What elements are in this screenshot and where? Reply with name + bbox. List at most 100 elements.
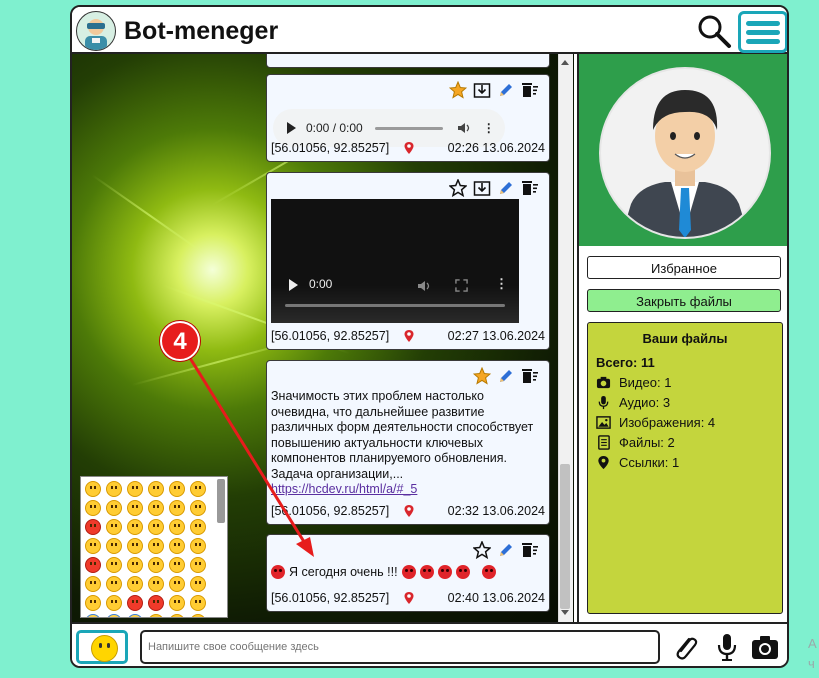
message-time: 02:27 13.06.2024: [447, 329, 545, 343]
emoji-option[interactable]: [169, 519, 185, 535]
emoji-option[interactable]: [169, 595, 185, 611]
emoji-option[interactable]: [127, 538, 143, 554]
delete-icon[interactable]: [521, 179, 539, 197]
camera-icon[interactable]: [750, 632, 780, 662]
emoji-option[interactable]: [106, 557, 122, 573]
emoji-option[interactable]: [148, 576, 164, 592]
emoji-option[interactable]: [190, 538, 206, 554]
video-progress[interactable]: [285, 304, 505, 307]
emoji-option[interactable]: [148, 500, 164, 516]
delete-icon[interactable]: [521, 541, 539, 559]
delete-icon[interactable]: [521, 367, 539, 385]
attach-paperclip-icon[interactable]: [670, 632, 700, 662]
emoji-option[interactable]: [169, 576, 185, 592]
download-icon[interactable]: [473, 81, 491, 99]
emoji-option[interactable]: [190, 576, 206, 592]
emoji-picker-scrollbar[interactable]: [217, 479, 225, 523]
emoji-option[interactable]: [127, 595, 143, 611]
star-outline-icon[interactable]: [449, 179, 467, 197]
location-pin-icon[interactable]: [403, 141, 415, 155]
emoji-option[interactable]: [127, 576, 143, 592]
location-pin-icon[interactable]: [403, 591, 415, 605]
scroll-down-arrow-icon[interactable]: [561, 610, 569, 615]
emoji-option[interactable]: [85, 614, 101, 617]
emoji-option[interactable]: [169, 481, 185, 497]
emoji-option[interactable]: [85, 519, 101, 535]
emoji-option[interactable]: [106, 538, 122, 554]
emoji-option[interactable]: [148, 614, 164, 617]
emoji-option[interactable]: [127, 557, 143, 573]
close-files-button[interactable]: Закрыть файлы: [587, 289, 781, 312]
emoji-option[interactable]: [106, 481, 122, 497]
emoji-option[interactable]: [106, 595, 122, 611]
microphone-icon[interactable]: [712, 632, 742, 662]
emoji-option[interactable]: [169, 614, 185, 617]
files-row-images[interactable]: Изображения: 4: [596, 415, 715, 430]
emoji-option[interactable]: [148, 595, 164, 611]
delete-icon[interactable]: [521, 81, 539, 99]
edit-icon[interactable]: [497, 179, 515, 197]
play-icon[interactable]: [287, 122, 296, 134]
files-row-links[interactable]: Ссылки: 1: [596, 455, 679, 470]
message-input[interactable]: [140, 630, 660, 664]
fullscreen-icon[interactable]: [455, 279, 468, 292]
location-pin-icon[interactable]: [403, 504, 415, 518]
star-outline-icon[interactable]: [473, 541, 491, 559]
menu-button[interactable]: [738, 11, 787, 53]
emoji-option[interactable]: [85, 538, 101, 554]
emoji-option[interactable]: [106, 614, 122, 617]
emoji-option[interactable]: [85, 576, 101, 592]
files-row-video[interactable]: Видео: 1: [596, 375, 671, 390]
emoji-option[interactable]: [190, 614, 206, 617]
emoji-option[interactable]: [190, 481, 206, 497]
emoji-option[interactable]: [190, 519, 206, 535]
emoji-picker[interactable]: [80, 476, 228, 618]
emoji-option[interactable]: [127, 519, 143, 535]
emoji-option[interactable]: [169, 500, 185, 516]
more-options-icon[interactable]: ⋮: [483, 121, 495, 135]
emoji-option[interactable]: [106, 576, 122, 592]
star-filled-icon[interactable]: [473, 367, 491, 385]
emoji-option[interactable]: [148, 538, 164, 554]
emoji-toggle-button[interactable]: [76, 630, 128, 664]
edit-icon[interactable]: [497, 81, 515, 99]
download-icon[interactable]: [473, 179, 491, 197]
files-row-audio[interactable]: Аудио: 3: [596, 395, 670, 410]
emoji-option[interactable]: [148, 519, 164, 535]
chat-area[interactable]: 0:00 / 0:00 ⋮ [56.01056, 92.85257] 02:26…: [72, 54, 574, 622]
volume-icon[interactable]: [457, 121, 471, 135]
emoji-option[interactable]: [127, 614, 143, 617]
edit-icon[interactable]: [497, 541, 515, 559]
emoji-option[interactable]: [169, 557, 185, 573]
emoji-option[interactable]: [169, 538, 185, 554]
emoji-option[interactable]: [85, 481, 101, 497]
search-icon[interactable]: [696, 13, 732, 49]
volume-icon[interactable]: [417, 279, 431, 293]
favorites-button[interactable]: Избранное: [587, 256, 781, 279]
emoji-option[interactable]: [85, 595, 101, 611]
emoji-option[interactable]: [127, 481, 143, 497]
emoji-option[interactable]: [148, 481, 164, 497]
angry-face-icon: [401, 565, 416, 579]
emoji-option[interactable]: [85, 500, 101, 516]
emoji-option[interactable]: [190, 500, 206, 516]
emoji-option[interactable]: [106, 500, 122, 516]
emoji-option[interactable]: [190, 595, 206, 611]
location-pin-icon: [598, 455, 609, 470]
files-row-documents[interactable]: Файлы: 2: [596, 435, 675, 450]
star-filled-icon[interactable]: [449, 81, 467, 99]
location-pin-icon[interactable]: [403, 329, 415, 343]
emoji-option[interactable]: [190, 557, 206, 573]
emoji-option[interactable]: [127, 500, 143, 516]
emoji-option[interactable]: [85, 557, 101, 573]
play-icon[interactable]: [289, 279, 298, 291]
emoji-option[interactable]: [148, 557, 164, 573]
chat-scrollbar-thumb[interactable]: [560, 464, 570, 609]
video-player[interactable]: 0:00 ⋮: [271, 199, 519, 323]
scroll-up-arrow-icon[interactable]: [561, 60, 569, 65]
message-link[interactable]: https://hcdev.ru/html/a/#_5: [271, 482, 417, 496]
more-options-icon[interactable]: ⋮: [495, 276, 508, 292]
emoji-option[interactable]: [106, 519, 122, 535]
audio-progress[interactable]: [374, 126, 443, 130]
edit-icon[interactable]: [497, 367, 515, 385]
